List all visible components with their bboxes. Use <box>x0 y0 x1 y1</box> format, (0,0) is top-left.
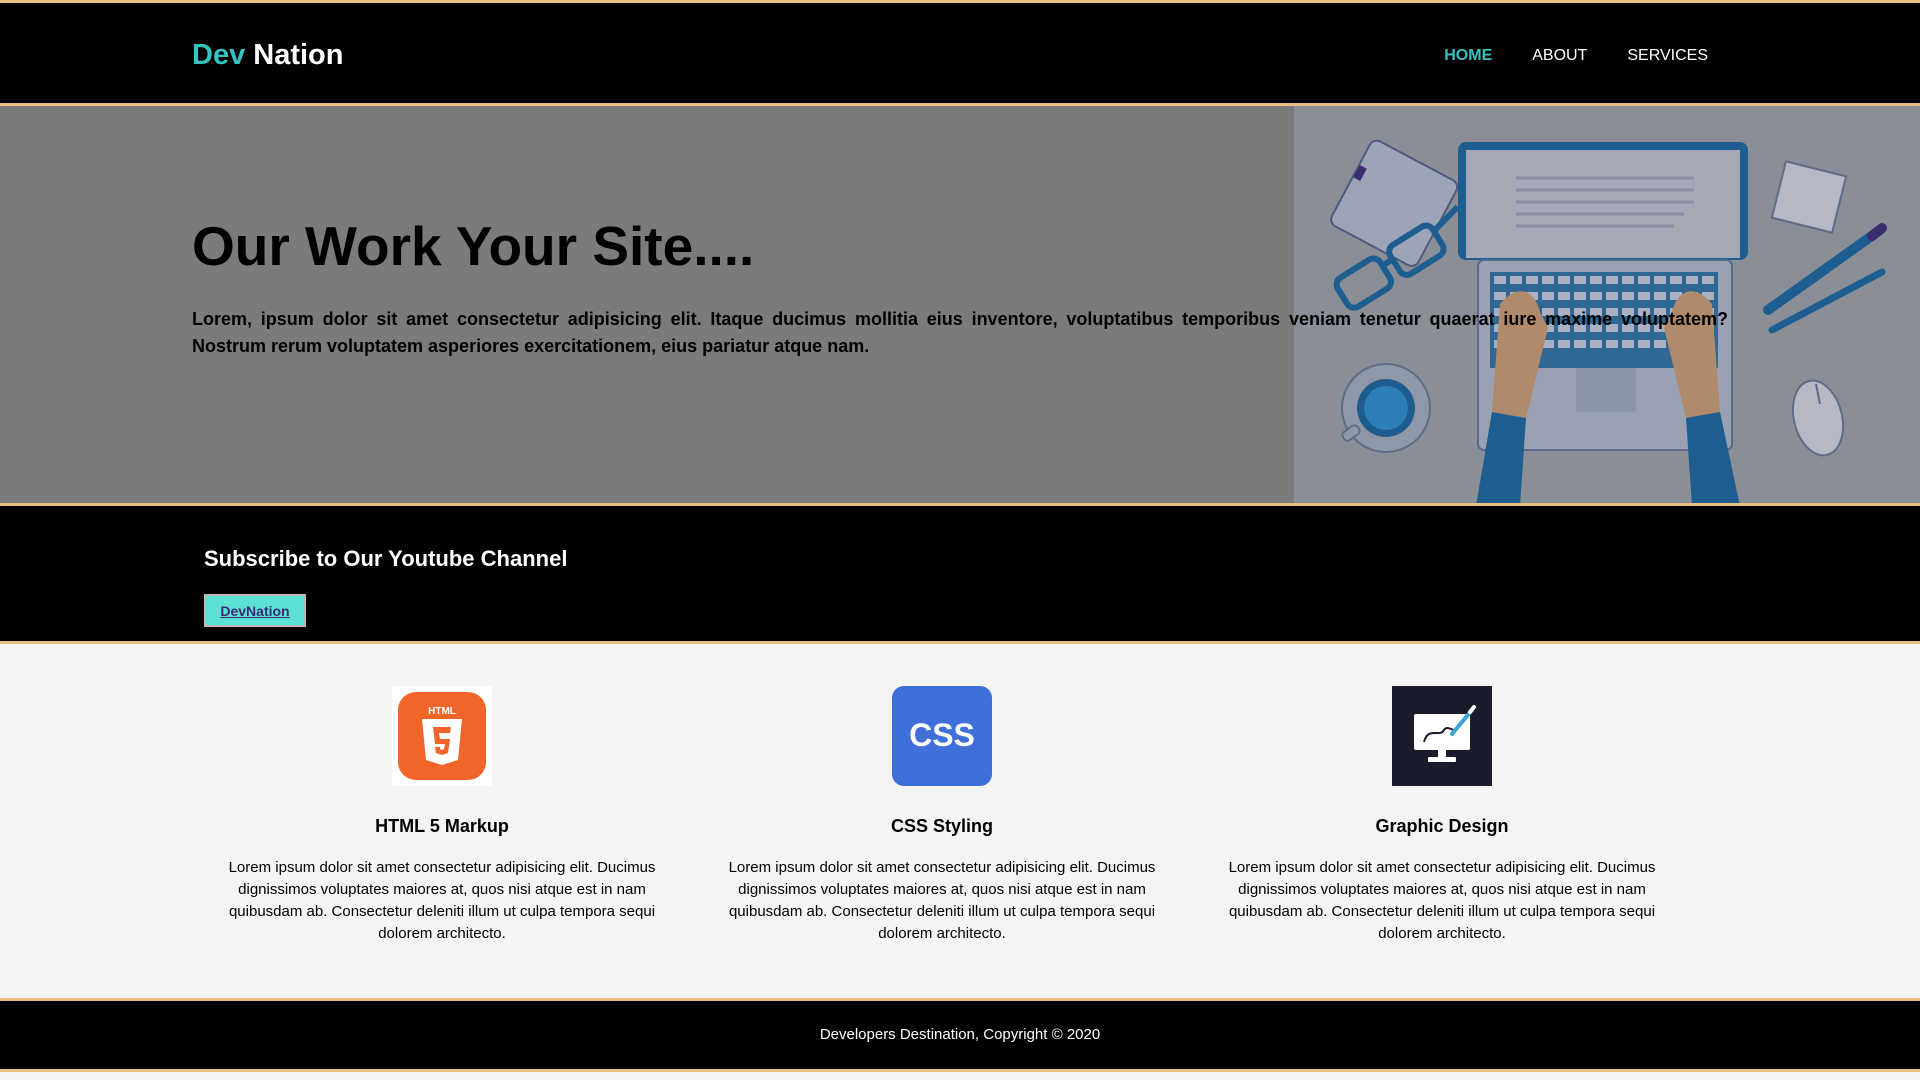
brand-highlight: Dev <box>192 39 246 71</box>
service-box-design: Graphic Design Lorem ipsum dolor sit ame… <box>1222 686 1662 945</box>
subscribe-button[interactable]: DevNation <box>204 594 306 627</box>
service-text-css: Lorem ipsum dolor sit amet consectetur a… <box>728 859 1156 942</box>
brand-rest: Nation <box>253 39 344 71</box>
service-title-css: CSS Styling <box>890 816 993 836</box>
css-logo-text: CSS <box>909 717 975 753</box>
newsletter-heading: Subscribe to Our Youtube Channel <box>204 546 568 571</box>
nav-link-home[interactable]: HOME <box>1444 47 1492 65</box>
service-title-html: HTML 5 Markup <box>375 816 509 836</box>
services-section: HTML HTML 5 Markup Lorem ipsum dolor sit… <box>0 644 1920 998</box>
showcase-text: Lorem, ipsum dolor sit amet consectetur … <box>192 309 1728 356</box>
showcase-section: Our Work Your Site.... Lorem, ipsum dolo… <box>0 106 1920 506</box>
main-nav: HOME ABOUT SERVICES <box>1444 47 1708 65</box>
css-logo-icon: CSS <box>892 686 992 786</box>
service-title-design: Graphic Design <box>1375 816 1509 836</box>
showcase-heading: Our Work Your Site.... <box>192 215 755 277</box>
footer-copyright: Developers Destination, Copyright © 2020 <box>819 1026 1101 1043</box>
html5-logo-icon: HTML <box>392 686 492 786</box>
nav-link-services[interactable]: SERVICES <box>1627 47 1708 65</box>
site-header: Dev Nation HOME ABOUT SERVICES <box>0 0 1920 106</box>
nav-link-about[interactable]: ABOUT <box>1532 47 1587 65</box>
graphic-design-icon <box>1392 686 1492 786</box>
site-footer: Developers Destination, Copyright © 2020 <box>0 998 1920 1072</box>
svg-text:HTML: HTML <box>428 706 456 717</box>
service-box-html: HTML HTML 5 Markup Lorem ipsum dolor sit… <box>222 686 662 945</box>
service-text-html: Lorem ipsum dolor sit amet consectetur a… <box>228 859 656 942</box>
newsletter-section: Subscribe to Our Youtube Channel DevNati… <box>0 506 1920 644</box>
service-box-css: CSS CSS Styling Lorem ipsum dolor sit am… <box>722 686 1162 945</box>
brand-logo[interactable]: Dev Nation <box>192 39 343 72</box>
service-text-design: Lorem ipsum dolor sit amet consectetur a… <box>1228 859 1656 942</box>
